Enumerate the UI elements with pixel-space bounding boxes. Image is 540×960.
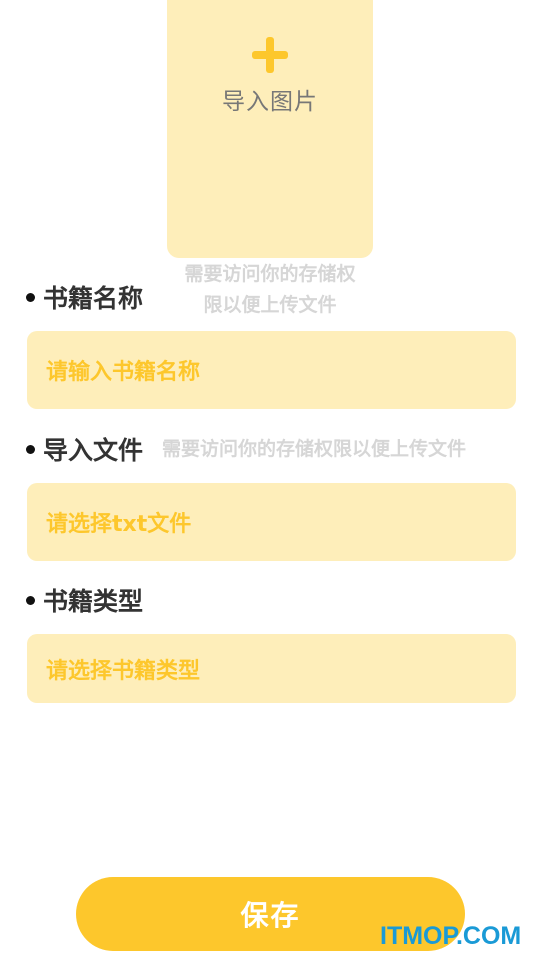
book-name-placeholder: 请输入书籍名称	[46, 360, 201, 385]
select-txt-file-field[interactable]: 请选择txt文件	[27, 483, 516, 561]
import-image-button[interactable]: 导入图片	[167, 0, 373, 258]
book-name-heading: 书籍名称	[26, 279, 143, 315]
bullet-icon	[26, 444, 35, 454]
watermark-logo: ITMOP.COM	[380, 922, 522, 950]
select-txt-file-placeholder: 请选择txt文件	[46, 512, 192, 537]
bullet-icon	[26, 292, 35, 302]
import-file-heading: 导入文件	[26, 431, 143, 467]
book-type-heading: 书籍类型	[26, 582, 143, 618]
storage-permission-hint: 需要访问你的存储权 限以便上传文件	[170, 259, 370, 321]
storage-permission-hint-line2: 限以便上传文件	[203, 294, 337, 316]
import-image-label: 导入图片	[222, 89, 318, 115]
book-name-input[interactable]: 请输入书籍名称	[27, 331, 516, 409]
book-type-placeholder: 请选择书籍类型	[46, 658, 201, 684]
bullet-icon	[26, 595, 35, 605]
book-type-select[interactable]: 请选择书籍类型	[27, 634, 516, 703]
book-name-label: 书籍名称	[43, 284, 144, 313]
import-file-label: 导入文件	[43, 436, 144, 465]
plus-icon	[252, 37, 288, 73]
import-file-permission-hint: 需要访问你的存储权限以便上传文件	[162, 438, 467, 460]
storage-permission-hint-line1: 需要访问你的存储权	[184, 263, 356, 285]
book-type-label: 书籍类型	[43, 587, 144, 616]
